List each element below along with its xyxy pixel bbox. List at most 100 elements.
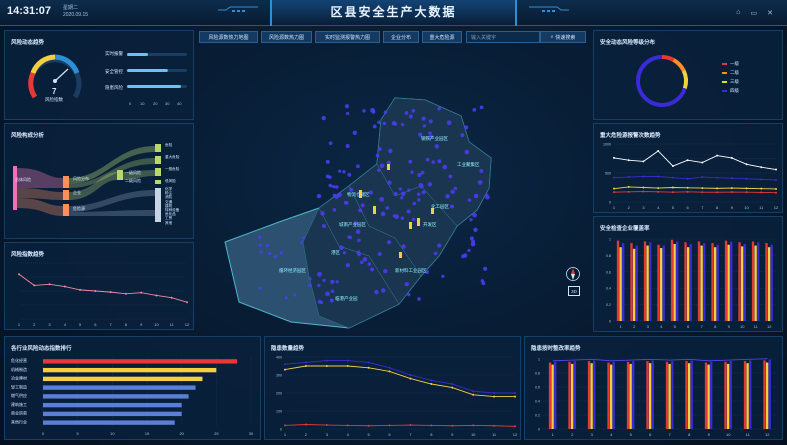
x-tick-label: 10 [110,431,115,436]
sankey-node [155,156,161,164]
map-marker [472,212,477,218]
data-point [284,368,286,371]
category-label: 危化经营 [11,357,27,363]
data-point [388,424,391,427]
search-button-label: 快速搜索 [555,34,576,41]
bar [743,361,747,429]
data-point [325,359,328,362]
bar [43,385,196,390]
hidden-danger-chart: 01002003004001 2 3 4 5 6 7 8 9 10 11 12 [276,356,518,438]
map-marker [377,252,382,256]
axis-tick: 20 [153,101,158,106]
data-point [493,395,496,398]
sankey-label: 一级风险 [125,170,141,175]
data-point [346,424,349,427]
data-point [304,423,307,426]
bar [697,241,701,321]
map-marker [480,279,485,283]
sankey-label: 危险源 [73,206,85,211]
data-point [627,176,630,179]
tab-risk-map[interactable]: 风险源数热力图 [261,31,312,43]
map-marker [479,169,484,173]
map-marker [362,109,366,113]
map-marker [380,211,386,217]
map-marker [279,251,283,255]
map-marker [417,297,421,301]
tab-risk-heatmap[interactable]: 风险源数热力地图 [199,31,258,43]
data-point [730,177,733,180]
data-point [63,285,66,288]
data-point [657,175,660,178]
map-area[interactable]: 钢铁产业园区 工业聚集区 物流仓储区 化工园区 开发区 新材料工业园区 循环经济… [199,46,588,332]
tab-enterprise[interactable]: 企业分布 [383,31,419,43]
map-marker [417,198,421,202]
data-point [716,187,719,190]
tab-alarm-heatmap[interactable]: 实时监测报警热力图 [315,31,380,43]
bar [43,411,182,417]
x-tick-label: 6 [388,432,391,437]
map-marker [404,111,409,115]
data-point [745,177,748,180]
map-marker [421,190,426,195]
data-point [367,424,370,427]
map-marker [321,115,326,121]
map-marker [325,291,330,297]
map-marker [370,267,375,272]
map-marker [483,266,488,271]
bar [551,364,554,429]
map-marker [400,216,405,220]
sankey-node [155,180,161,184]
home-icon[interactable]: ⌂ [736,9,740,17]
map-label: 港区 [331,250,340,255]
x-tick-label: 20 [179,431,184,436]
sankey-node [13,166,17,210]
close-panel-icon[interactable]: ▭ [751,9,758,17]
legend-item[interactable]: 三级 [722,79,739,85]
map-marker [347,172,352,177]
x-tick-label: 11 [746,432,751,437]
close-icon[interactable]: ✕ [767,9,773,17]
data-point [124,292,127,295]
map-label: 循环经济园区 [279,268,306,273]
map-marker [319,300,324,305]
bar [704,362,708,429]
legend-item[interactable]: 一级 [722,61,739,67]
map-marker [329,298,334,303]
district-map[interactable] [199,46,588,332]
x-tick-label: 3 [591,432,594,437]
panel-title: 安全检查企业覆盖率 [600,226,650,232]
map-marker [469,218,473,222]
bar-label: 实时报警 [105,51,123,56]
data-point [745,163,748,166]
map-marker [360,203,365,208]
x-tick-label: 11 [759,205,764,210]
data-point [325,365,328,367]
x-tick-label: 10 [744,205,749,210]
legend-swatch [722,90,727,92]
x-tick-label: 4 [657,205,660,210]
data-point [716,176,719,179]
x-tick-label: 1 [552,432,555,437]
bar [632,248,636,321]
view-3d-button[interactable]: 3D [568,286,580,296]
bar [716,244,719,321]
search-button[interactable]: ⌕ 快速搜索 [540,31,586,43]
tab-hazard[interactable]: 重大危险源 [422,31,462,43]
legend-item[interactable]: 四级 [722,88,739,94]
map-marker [330,280,334,284]
compass-icon[interactable] [566,266,580,282]
map-marker [442,164,448,170]
x-tick-label: 6 [687,324,690,329]
bar [690,360,693,429]
map-marker [383,110,388,115]
x-tick-label: 5 [79,322,82,327]
data-point [701,161,704,164]
x-tick-label: 7 [669,432,672,437]
search-input[interactable]: 输入关键字 [466,31,540,43]
legend-item[interactable]: 二级 [722,70,739,76]
data-point [642,175,645,178]
map-marker [446,120,452,126]
map-marker [470,241,476,247]
legend-label: 四级 [730,88,739,93]
category-label: 冶金建材 [11,375,27,381]
